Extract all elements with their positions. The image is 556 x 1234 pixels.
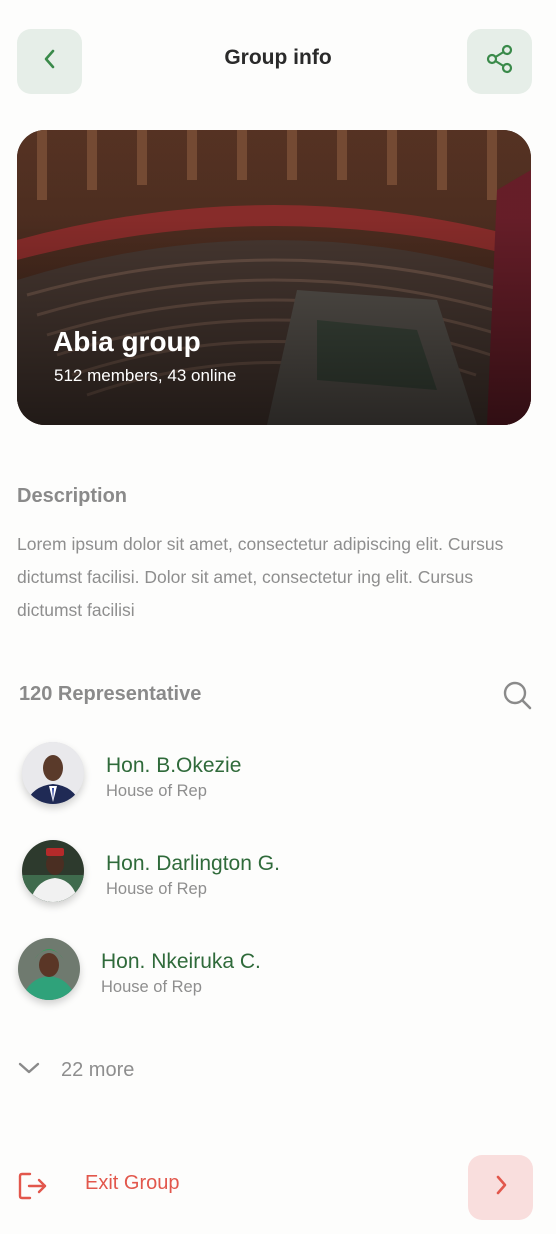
representative-item[interactable]: Hon. B.Okezie House of Rep xyxy=(17,742,517,812)
exit-group-button[interactable] xyxy=(468,1155,533,1220)
search-button[interactable] xyxy=(500,680,534,714)
group-name: Abia group xyxy=(53,326,201,357)
representative-item[interactable]: Hon. Darlington G. House of Rep xyxy=(17,840,517,910)
chevron-down-icon xyxy=(17,1060,41,1081)
group-member-count: 512 members, 43 online xyxy=(54,366,237,385)
representatives-heading: 120 Representative xyxy=(19,683,202,705)
representative-role: House of Rep xyxy=(101,978,202,996)
logout-icon[interactable] xyxy=(17,1170,49,1207)
description-text: Lorem ipsum dolor sit amet, consectetur … xyxy=(17,534,504,620)
representative-name: Hon. Nkeiruka C. xyxy=(101,950,261,973)
chevron-right-icon xyxy=(492,1174,510,1201)
representative-item[interactable]: Hon. Nkeiruka C. House of Rep xyxy=(17,938,517,1008)
share-icon xyxy=(485,44,515,79)
show-more-button[interactable]: 22 more xyxy=(17,1055,134,1085)
representative-role: House of Rep xyxy=(106,782,207,800)
search-icon xyxy=(502,680,532,715)
group-cover-image: Abia group 512 members, 43 online xyxy=(17,130,531,425)
show-more-label: 22 more xyxy=(61,1058,135,1081)
exit-group-label[interactable]: Exit Group xyxy=(85,1172,179,1195)
avatar xyxy=(18,938,80,1000)
avatar xyxy=(22,742,84,804)
share-button[interactable] xyxy=(467,29,532,94)
avatar xyxy=(22,840,84,902)
representative-role: House of Rep xyxy=(106,880,207,898)
representative-name: Hon. Darlington G. xyxy=(106,852,280,875)
representative-name: Hon. B.Okezie xyxy=(106,754,242,777)
description-heading: Description xyxy=(17,485,128,507)
